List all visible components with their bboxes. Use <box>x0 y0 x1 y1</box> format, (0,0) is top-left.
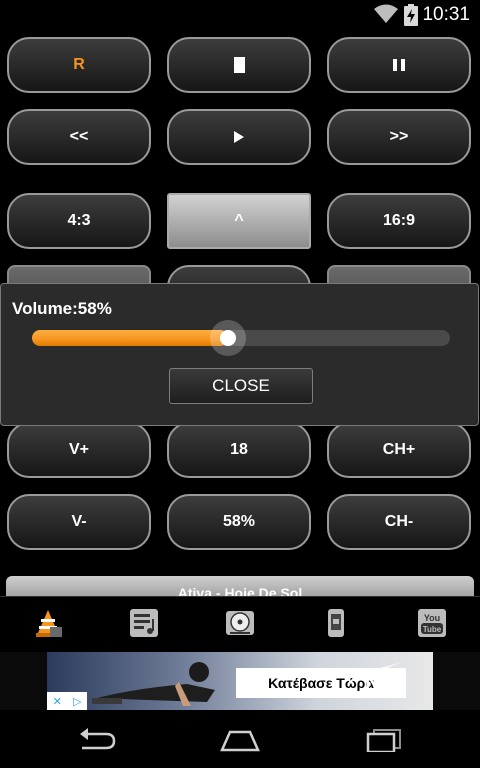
volume-slider-fill <box>32 330 229 346</box>
volume-dialog: Volume:58% CLOSE <box>0 283 479 426</box>
clock: 10:31 <box>422 4 470 25</box>
ad-info-icon[interactable]: ▷ <box>73 695 81 708</box>
aspect-4-3-label: 4:3 <box>67 212 91 229</box>
pause-button[interactable] <box>327 37 471 93</box>
home-icon[interactable] <box>218 728 262 752</box>
aspect-16-9-button[interactable]: 16:9 <box>327 193 471 249</box>
fast-forward-label: >> <box>389 128 409 145</box>
battery-charging-icon <box>404 4 418 26</box>
volume-label: Volume:58% <box>12 299 112 318</box>
rewind-label: << <box>69 128 89 145</box>
up-label: ^ <box>234 212 244 229</box>
disc-icon[interactable] <box>224 607 256 639</box>
fast-forward-button[interactable]: >> <box>327 109 471 165</box>
playlist-icon[interactable] <box>128 607 160 639</box>
channel-number-button[interactable]: 18 <box>167 422 311 478</box>
youtube-icon[interactable]: You Tube <box>416 607 448 639</box>
back-icon[interactable] <box>76 728 116 752</box>
status-bar: 10:31 <box>0 0 480 30</box>
svg-text:Tube: Tube <box>423 625 442 634</box>
volume-down-label: V- <box>71 513 87 530</box>
ad-choices[interactable]: ✕ ▷ <box>47 692 87 710</box>
channel-number-label: 18 <box>230 441 248 458</box>
record-button[interactable]: R <box>7 37 151 93</box>
bottom-nav: You Tube <box>0 596 480 652</box>
volume-level-button[interactable]: 58% <box>167 494 311 550</box>
pause-icon <box>393 59 405 71</box>
channel-down-button[interactable]: CH- <box>327 494 471 550</box>
aspect-4-3-button[interactable]: 4:3 <box>7 193 151 249</box>
now-playing-bar[interactable]: Ativa - Hoje De Sol <box>6 576 474 596</box>
volume-up-button[interactable]: V+ <box>7 422 151 478</box>
channel-up-button[interactable]: CH+ <box>327 422 471 478</box>
ad-image[interactable]: Κατέβασε Τώρα NTC <box>47 652 433 710</box>
volume-up-label: V+ <box>68 441 89 458</box>
close-label: CLOSE <box>212 376 270 395</box>
ad-close-icon[interactable]: ✕ <box>53 695 62 708</box>
wifi-icon <box>374 4 398 23</box>
record-label: R <box>73 56 85 73</box>
athlete-image <box>92 662 215 706</box>
system-nav-bar <box>0 710 480 768</box>
now-playing-title: Ativa - Hoje De Sol <box>177 585 303 596</box>
ad-brand-label: NTC <box>365 672 407 694</box>
swoosh-icon <box>370 662 401 671</box>
phone-remote-icon[interactable] <box>320 607 352 639</box>
stop-icon <box>233 57 245 73</box>
channel-up-label: CH+ <box>382 441 416 458</box>
vlc-cone-icon[interactable] <box>32 607 64 639</box>
channel-down-label: CH- <box>384 513 414 530</box>
play-icon <box>234 131 244 143</box>
volume-level-label: 58% <box>222 513 256 530</box>
ad-cta-label: Κατέβασε Τώρα <box>268 675 374 691</box>
aspect-16-9-label: 16:9 <box>382 212 416 229</box>
ad-brand: NTC <box>365 660 406 695</box>
rewind-button[interactable]: << <box>7 109 151 165</box>
stop-button[interactable] <box>167 37 311 93</box>
play-button[interactable] <box>167 109 311 165</box>
volume-slider-thumb[interactable] <box>210 320 247 356</box>
volume-down-button[interactable]: V- <box>7 494 151 550</box>
up-button[interactable]: ^ <box>167 193 311 249</box>
svg-text:You: You <box>424 613 440 623</box>
volume-slider[interactable] <box>32 320 450 356</box>
close-button[interactable]: CLOSE <box>169 368 313 404</box>
recent-apps-icon[interactable] <box>364 728 404 752</box>
